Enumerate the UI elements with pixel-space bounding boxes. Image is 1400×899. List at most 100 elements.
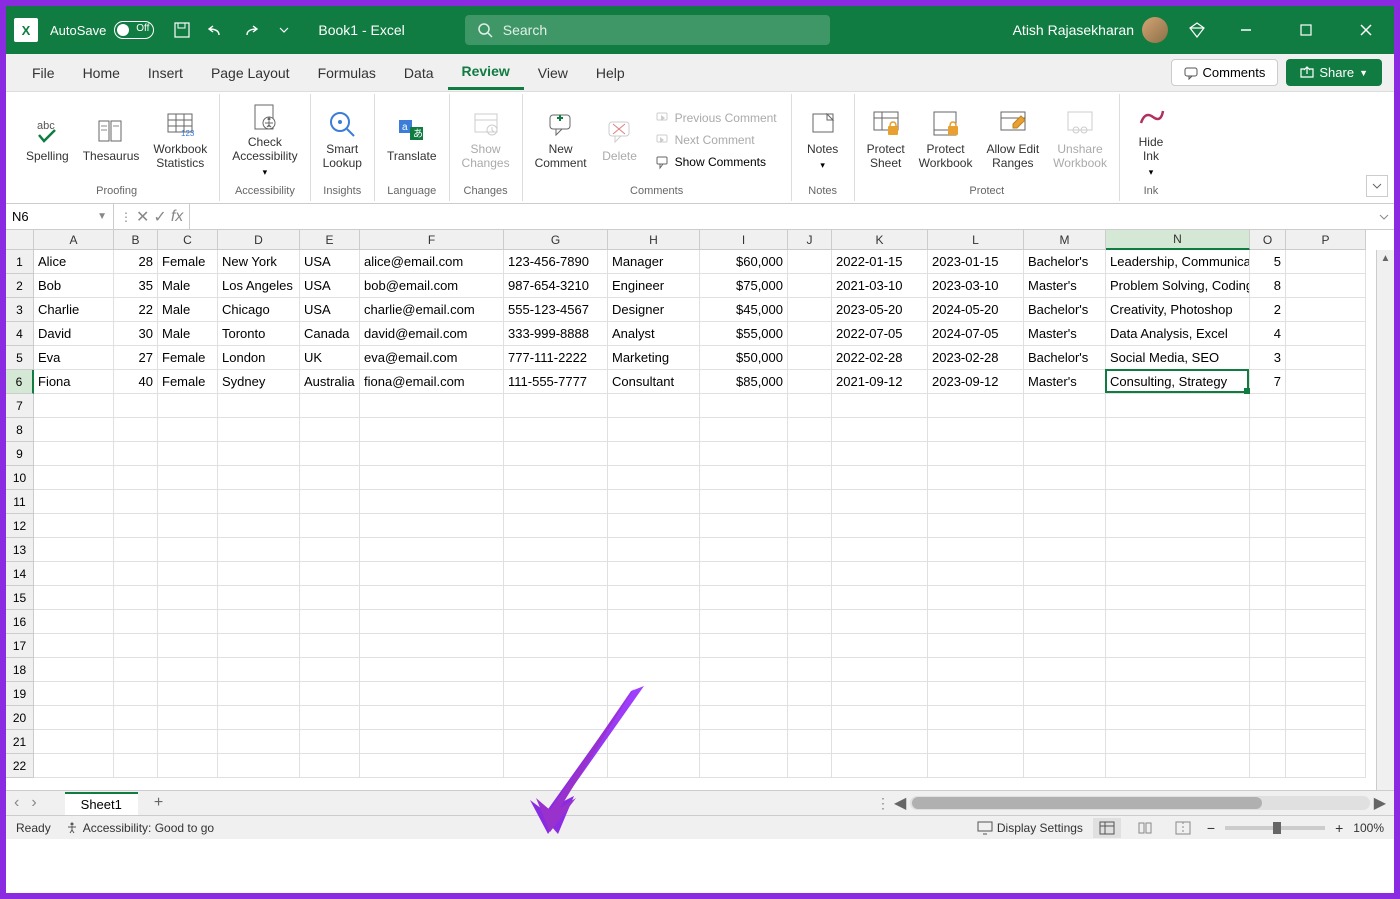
cell[interactable]: $85,000 xyxy=(700,370,788,394)
cell[interactable] xyxy=(360,562,504,586)
zoom-slider[interactable] xyxy=(1225,826,1325,830)
cell[interactable] xyxy=(300,586,360,610)
cell[interactable] xyxy=(928,586,1024,610)
cell[interactable]: 2 xyxy=(1250,298,1286,322)
cell[interactable] xyxy=(1250,658,1286,682)
cell[interactable] xyxy=(1024,490,1106,514)
page-break-view-button[interactable] xyxy=(1169,818,1197,838)
cell[interactable]: Master's xyxy=(1024,274,1106,298)
name-box[interactable]: N6 ▼ xyxy=(6,204,114,229)
cell[interactable] xyxy=(504,538,608,562)
column-header[interactable]: A xyxy=(34,230,114,250)
qat-dropdown-icon[interactable] xyxy=(274,20,294,40)
cell[interactable] xyxy=(504,490,608,514)
cell[interactable]: Australia xyxy=(300,370,360,394)
cell[interactable] xyxy=(504,682,608,706)
cell[interactable] xyxy=(1286,298,1366,322)
cell[interactable] xyxy=(1106,658,1250,682)
cell[interactable] xyxy=(360,706,504,730)
cell[interactable] xyxy=(788,610,832,634)
cell[interactable]: $60,000 xyxy=(700,250,788,274)
cell[interactable] xyxy=(218,442,300,466)
cell[interactable]: 2022-07-05 xyxy=(832,322,928,346)
cell[interactable]: Creativity, Photoshop xyxy=(1106,298,1250,322)
column-header[interactable]: I xyxy=(700,230,788,250)
accept-formula-icon[interactable]: ✓ xyxy=(153,207,166,227)
cell[interactable] xyxy=(1024,754,1106,778)
cell[interactable] xyxy=(1286,418,1366,442)
cell[interactable] xyxy=(218,730,300,754)
cell[interactable] xyxy=(158,754,218,778)
cell[interactable]: 4 xyxy=(1250,322,1286,346)
tab-home[interactable]: Home xyxy=(69,57,134,89)
cell[interactable] xyxy=(788,754,832,778)
cell[interactable]: 7 xyxy=(1250,370,1286,394)
cancel-formula-icon[interactable]: ✕ xyxy=(136,207,149,227)
collapse-ribbon-icon[interactable] xyxy=(1366,175,1388,197)
hscroll-left-icon[interactable]: ◀ xyxy=(894,793,906,813)
cell[interactable] xyxy=(218,466,300,490)
cell[interactable] xyxy=(300,562,360,586)
cell[interactable] xyxy=(34,514,114,538)
cell[interactable] xyxy=(34,634,114,658)
display-settings-button[interactable]: Display Settings xyxy=(977,821,1083,835)
cell[interactable] xyxy=(218,610,300,634)
workbook-statistics-button[interactable]: 123 Workbook Statistics xyxy=(147,106,213,173)
cell[interactable] xyxy=(1106,754,1250,778)
cell[interactable] xyxy=(360,418,504,442)
row-header[interactable]: 22 xyxy=(6,754,34,778)
cell[interactable] xyxy=(700,610,788,634)
cell[interactable] xyxy=(158,706,218,730)
cell[interactable] xyxy=(504,754,608,778)
cell[interactable] xyxy=(300,634,360,658)
cell[interactable]: Male xyxy=(158,322,218,346)
cell[interactable]: $75,000 xyxy=(700,274,788,298)
cell[interactable] xyxy=(832,682,928,706)
cell[interactable] xyxy=(1106,634,1250,658)
cell[interactable]: $50,000 xyxy=(700,346,788,370)
cell[interactable] xyxy=(158,418,218,442)
cell[interactable] xyxy=(360,754,504,778)
cell[interactable] xyxy=(788,706,832,730)
notes-button[interactable]: Notes ▾ xyxy=(798,106,848,173)
cell[interactable] xyxy=(608,442,700,466)
cell[interactable] xyxy=(928,562,1024,586)
cell[interactable]: 2021-09-12 xyxy=(832,370,928,394)
cell[interactable] xyxy=(114,538,158,562)
row-header[interactable]: 17 xyxy=(6,634,34,658)
row-header[interactable]: 11 xyxy=(6,490,34,514)
cell[interactable]: Bachelor's xyxy=(1024,346,1106,370)
cell[interactable]: Designer xyxy=(608,298,700,322)
cell[interactable] xyxy=(700,562,788,586)
smart-lookup-button[interactable]: Smart Lookup xyxy=(317,106,368,173)
cell[interactable] xyxy=(34,610,114,634)
close-button[interactable] xyxy=(1346,15,1386,45)
cell[interactable] xyxy=(608,634,700,658)
cell[interactable] xyxy=(218,538,300,562)
cell[interactable] xyxy=(1286,730,1366,754)
cell[interactable] xyxy=(1106,682,1250,706)
cell[interactable] xyxy=(34,418,114,442)
search-input[interactable]: Search xyxy=(465,15,830,45)
allow-edit-ranges-button[interactable]: Allow Edit Ranges xyxy=(980,106,1045,173)
cell[interactable] xyxy=(700,634,788,658)
protect-workbook-button[interactable]: Protect Workbook xyxy=(913,106,979,173)
maximize-button[interactable] xyxy=(1286,15,1326,45)
cell[interactable]: 333-999-8888 xyxy=(504,322,608,346)
cell[interactable] xyxy=(34,490,114,514)
cell[interactable] xyxy=(1024,394,1106,418)
cell[interactable]: Female xyxy=(158,370,218,394)
cell[interactable] xyxy=(788,346,832,370)
cell[interactable] xyxy=(1286,466,1366,490)
cell[interactable] xyxy=(1024,610,1106,634)
cell[interactable] xyxy=(608,514,700,538)
tab-page-layout[interactable]: Page Layout xyxy=(197,57,304,89)
cell[interactable] xyxy=(832,538,928,562)
cell[interactable] xyxy=(1286,586,1366,610)
cell[interactable]: Male xyxy=(158,274,218,298)
cell[interactable] xyxy=(1250,490,1286,514)
column-header[interactable]: O xyxy=(1250,230,1286,250)
cell[interactable] xyxy=(1286,322,1366,346)
cell[interactable] xyxy=(360,586,504,610)
comments-button[interactable]: Comments xyxy=(1171,59,1279,86)
